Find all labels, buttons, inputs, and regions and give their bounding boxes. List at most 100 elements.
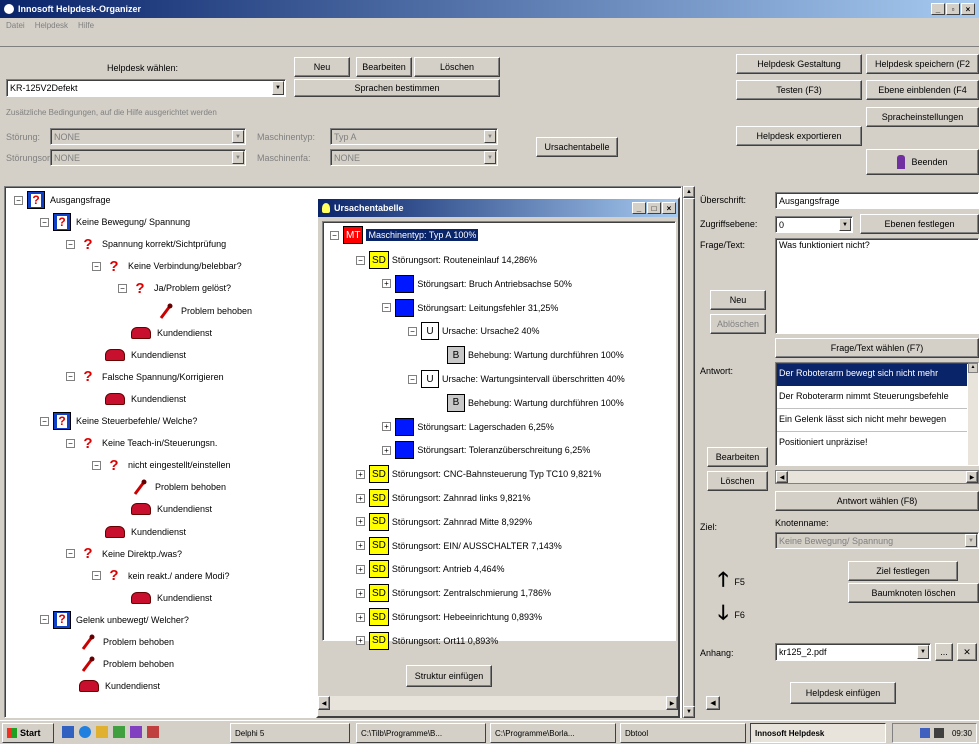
dialog-minimize-button[interactable]: _ xyxy=(632,202,646,214)
expand-toggle-icon[interactable]: + xyxy=(356,612,365,622)
expand-toggle-icon[interactable]: + xyxy=(356,469,365,479)
collapse-toggle-icon[interactable]: − xyxy=(40,615,49,625)
cause-tree-node[interactable]: + SA Störungsart: Toleranzüberschreitung 6… xyxy=(382,440,590,460)
collapse-toggle-icon[interactable]: − xyxy=(92,460,101,470)
expand-toggle-icon[interactable]: + xyxy=(382,422,391,432)
helpdesk-einfuegen-button[interactable]: Helpdesk einfügen xyxy=(790,682,896,704)
list-item[interactable]: Positioniert unpräzise! xyxy=(777,433,967,455)
tree-node[interactable]: Kundendienst xyxy=(66,675,160,697)
tree-node[interactable]: Kundendienst xyxy=(92,521,186,543)
speichern-button[interactable]: Helpdesk speichern (F2 xyxy=(866,54,979,74)
tree-node[interactable]: −? nicht eingestellt/einstellen xyxy=(92,454,231,476)
maximize-button[interactable]: ▫ xyxy=(946,3,960,15)
scroll-down-arrow[interactable]: ▼ xyxy=(683,706,695,718)
browser-icon[interactable] xyxy=(79,726,91,738)
chevron-down-icon[interactable]: ▼ xyxy=(232,130,244,143)
tree-node[interactable]: Kundendienst xyxy=(118,587,212,609)
browse-button[interactable]: ... xyxy=(935,643,953,661)
app-icon[interactable] xyxy=(130,726,142,738)
tree-node[interactable]: −? Keine Bewegung/ Spannung xyxy=(40,211,190,233)
abloeschen-button[interactable]: Ablöschen xyxy=(710,314,766,334)
move-up-control[interactable]: 🡑 F5 xyxy=(718,565,745,599)
expand-toggle-icon[interactable]: + xyxy=(356,493,365,503)
cause-tree-node[interactable]: − SA Störungsart: Leitungsfehler 31,25% xyxy=(382,298,558,318)
cause-tree-node[interactable]: + SA Störungsart: Lagerschaden 6,25% xyxy=(382,417,554,437)
sprachen-button[interactable]: Sprachen bestimmen xyxy=(294,79,500,97)
knotenname-select[interactable]: Keine Bewegung/ Spannung ▼ xyxy=(775,532,979,549)
gestaltung-button[interactable]: Helpdesk Gestaltung xyxy=(736,54,862,74)
maschinentyp-select[interactable]: Typ A ▼ xyxy=(330,128,498,145)
expand-toggle-icon[interactable]: + xyxy=(356,517,365,527)
ueberschrift-input[interactable]: Ausgangsfrage xyxy=(775,192,979,209)
collapse-toggle-icon[interactable]: − xyxy=(330,230,339,240)
collapse-toggle-icon[interactable]: − xyxy=(118,283,127,293)
scroll-right-arrow[interactable]: ▶ xyxy=(666,696,678,710)
chevron-down-icon[interactable]: ▼ xyxy=(965,534,977,547)
tree-node[interactable]: −? Keine Teach-in/Steuerungsn. xyxy=(66,432,217,454)
move-down-control[interactable]: 🡓 F6 xyxy=(718,598,745,632)
tree-node[interactable]: Problem behoben xyxy=(66,631,174,653)
bearbeiten-button[interactable]: Bearbeiten xyxy=(356,57,412,77)
baumknoten-loeschen-button[interactable]: Baumknoten löschen xyxy=(848,583,979,603)
menu-datei[interactable]: Datei xyxy=(6,21,25,30)
scroll-left-arrow[interactable]: ◀ xyxy=(776,471,788,483)
collapse-toggle-icon[interactable]: − xyxy=(408,374,417,384)
minimize-button[interactable]: _ xyxy=(931,3,945,15)
cause-tree-node[interactable]: − U Ursache: Wartungsintervall überschritt… xyxy=(408,369,625,389)
tree-node[interactable]: Problem behoben xyxy=(144,300,252,322)
collapse-toggle-icon[interactable]: − xyxy=(92,261,101,271)
tree-node[interactable]: Problem behoben xyxy=(118,476,226,498)
collapse-toggle-icon[interactable]: − xyxy=(66,239,75,249)
app-icon[interactable] xyxy=(147,726,159,738)
arrow-up-icon[interactable]: 🡑 xyxy=(718,565,728,599)
scroll-left-arrow[interactable]: ◀ xyxy=(318,696,330,710)
tree-node[interactable]: Kundendienst xyxy=(92,388,186,410)
tree-node[interactable]: −? Spannung korrekt/Sichtprüfung xyxy=(66,233,226,255)
tree-node[interactable]: Kundendienst xyxy=(118,498,212,520)
cause-tree-node[interactable]: − MT Maschinentyp: Typ A 100% xyxy=(330,225,479,245)
tree-node[interactable]: −? Keine Steuerbefehle/ Welche? xyxy=(40,410,197,432)
cause-tree-node[interactable]: − U Ursache: Ursache2 40% xyxy=(408,321,540,341)
tree-node[interactable]: Kundendienst xyxy=(118,322,212,344)
cause-tree-node[interactable]: − SD Störungsort: Routeneinlauf 14,286% xyxy=(356,250,537,270)
scroll-thumb[interactable] xyxy=(683,198,695,708)
tree-node[interactable]: −? Falsche Spannung/Korrigieren xyxy=(66,366,224,388)
arrow-down-icon[interactable]: 🡓 xyxy=(718,598,728,632)
tree-scrollbar[interactable]: ▲ ▼ xyxy=(682,186,695,718)
collapse-toggle-icon[interactable]: − xyxy=(14,195,23,205)
list-item[interactable]: Ein Gelenk lässt sich nicht mehr bewegen xyxy=(777,410,967,432)
taskbar-item[interactable]: C:\Programme\Borla... xyxy=(490,723,616,743)
chevron-down-icon[interactable]: ▼ xyxy=(232,151,244,164)
dialog-close-button[interactable]: × xyxy=(662,202,676,214)
chevron-down-icon[interactable]: ▼ xyxy=(839,218,851,231)
collapse-toggle-icon[interactable]: − xyxy=(40,217,49,227)
exportieren-button[interactable]: Helpdesk exportieren xyxy=(736,126,862,146)
expand-toggle-icon[interactable]: + xyxy=(382,445,391,455)
cause-tree-node[interactable]: + SD Störungsort: Antrieb 4,464% xyxy=(356,559,504,579)
expand-toggle-icon[interactable]: + xyxy=(356,588,365,598)
frage-waehlen-button[interactable]: Frage/Text wählen (F7) xyxy=(775,338,979,358)
list-vscrollbar[interactable]: ▲ xyxy=(968,363,978,465)
bearbeiten-answer-button[interactable]: Bearbeiten xyxy=(707,447,768,467)
storung-select[interactable]: NONE ▼ xyxy=(50,128,246,145)
close-button[interactable]: × xyxy=(961,3,975,15)
tree-node[interactable]: −? Gelenk unbewegt/ Welcher? xyxy=(40,609,189,631)
collapse-toggle-icon[interactable]: − xyxy=(66,372,75,382)
anhang-select[interactable]: kr125_2.pdf ▼ xyxy=(775,643,931,661)
start-button[interactable]: Start xyxy=(2,723,54,743)
antwort-list[interactable]: Der Roboterarm bewegt sich nicht mehr De… xyxy=(775,362,979,466)
expand-toggle-icon[interactable]: + xyxy=(356,541,365,551)
antwort-hscrollbar[interactable]: ◀ ▶ xyxy=(775,470,979,484)
cause-tree-node[interactable]: + SD Störungsort: EIN/ AUSSCHALTER 7,143% xyxy=(356,536,562,556)
ursachentabelle-button[interactable]: Ursachentabelle xyxy=(536,137,618,157)
scroll-up-arrow[interactable]: ▲ xyxy=(683,186,695,198)
taskbar-item-active[interactable]: Innosoft Helpdesk xyxy=(750,723,886,743)
helpdesk-select[interactable]: KR-125V2Defekt ▼ xyxy=(6,79,286,97)
frage-textarea[interactable]: Was funktioniert nicht? xyxy=(775,238,979,334)
menu-helpdesk[interactable]: Helpdesk xyxy=(35,21,68,30)
cause-tree-node[interactable]: B Behebung: Wartung durchführen 100% xyxy=(434,393,624,413)
tree-node[interactable]: Problem behoben xyxy=(66,653,174,675)
explorer-icon[interactable] xyxy=(96,726,108,738)
struktur-einfuegen-button[interactable]: Struktur einfügen xyxy=(406,665,492,687)
chevron-down-icon[interactable]: ▼ xyxy=(272,81,284,95)
